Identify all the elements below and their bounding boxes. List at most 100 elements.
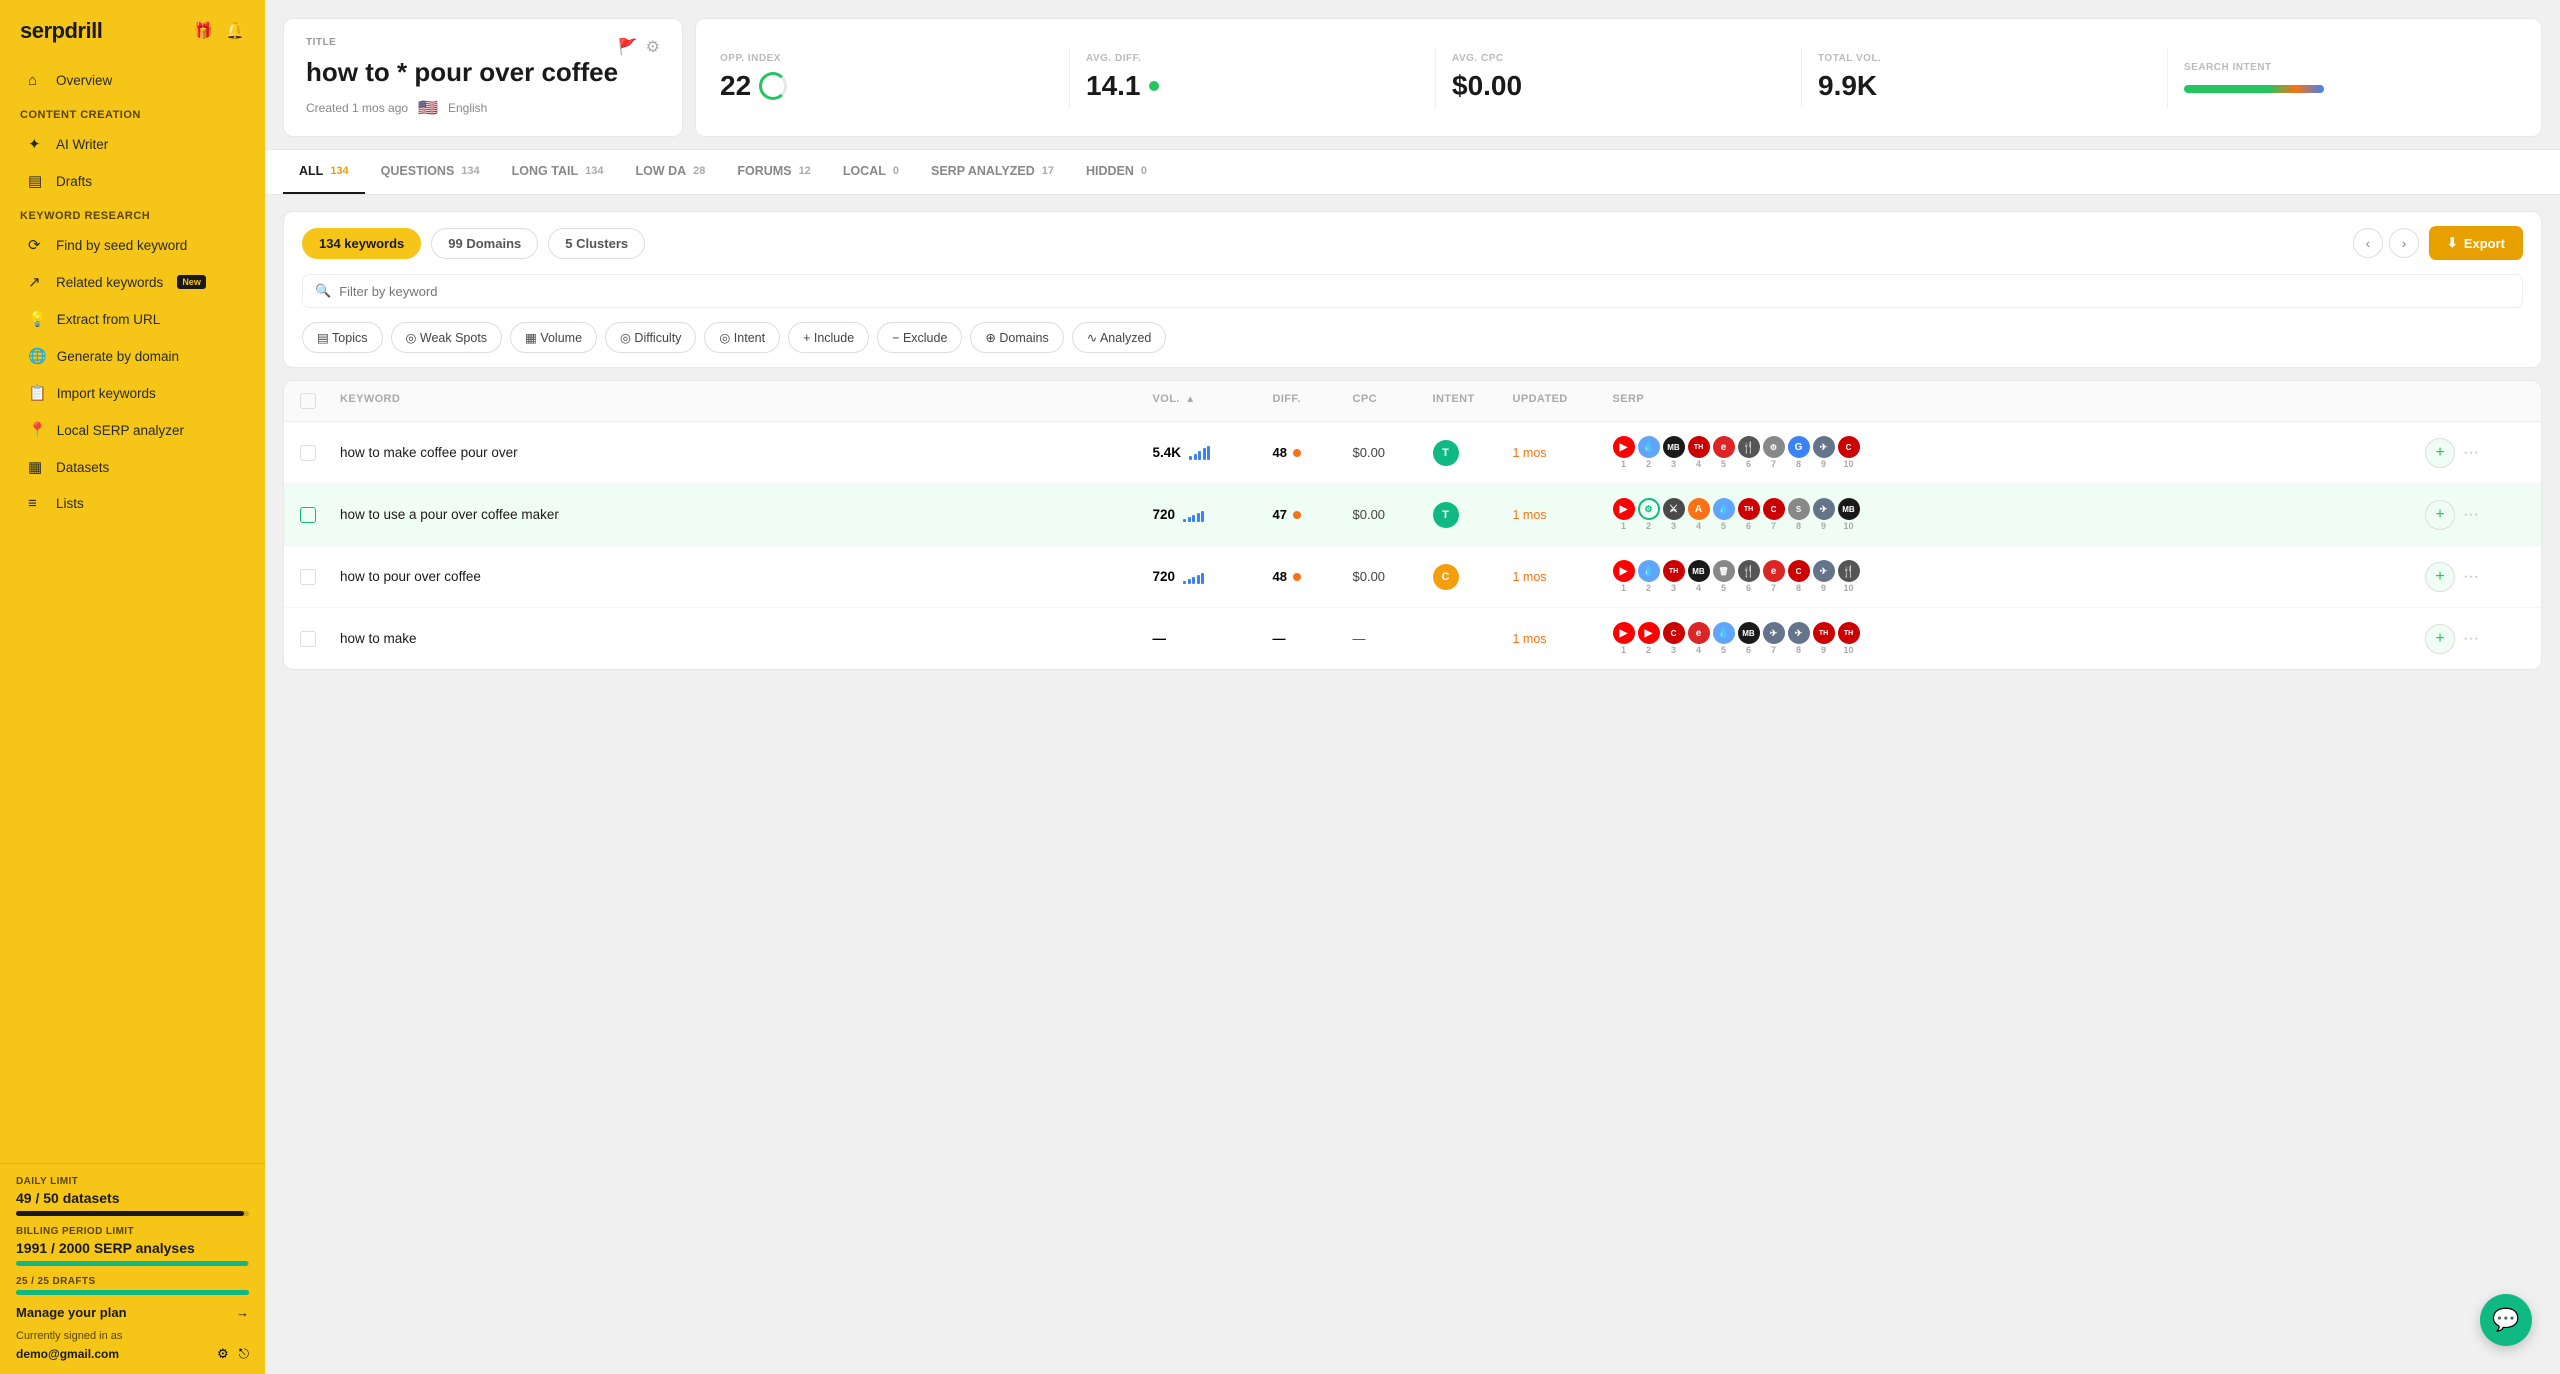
keyword-cell: how to use a pour over coffee maker [340, 506, 1153, 524]
tab-questions[interactable]: QUESTIONS 134 [365, 150, 496, 194]
stat-avg-cpc: AVG. CPC $0.00 [1452, 53, 1785, 102]
table-row: how to make coffee pour over 5.4K 48 $0.… [284, 422, 2541, 484]
tab-all[interactable]: ALL 134 [283, 150, 365, 194]
drafts-progress-fill [16, 1290, 249, 1295]
yt-icon: ▶ [1613, 622, 1635, 644]
pill-keywords[interactable]: 134 keywords [302, 228, 421, 259]
tab-long-tail[interactable]: LONG TAIL 134 [496, 150, 620, 194]
settings-card-icon[interactable]: ⚙ [646, 37, 660, 57]
pill-clusters[interactable]: 5 Clusters [548, 228, 645, 259]
row-checkbox[interactable] [300, 569, 340, 585]
filter-analyzed[interactable]: ∿ Analyzed [1072, 322, 1167, 353]
sidebar-item-local-serp[interactable]: 📍 Local SERP analyzer [8, 412, 257, 448]
intent-cell: T [1433, 502, 1513, 528]
sidebar-item-datasets[interactable]: ▦ Datasets [8, 449, 257, 485]
sidebar-item-ai-writer[interactable]: ✦ AI Writer [8, 126, 257, 162]
filter-topics[interactable]: ▤ Topics [302, 322, 383, 353]
billing-label: BILLING PERIOD LIMIT [16, 1226, 249, 1237]
cnn2-icon: C [1763, 498, 1785, 520]
drop-icon: 💧 [1638, 436, 1660, 458]
tab-hidden[interactable]: HIDDEN 0 [1070, 150, 1163, 194]
header-volume[interactable]: VOL. ▲ [1153, 393, 1273, 409]
add-keyword-button[interactable]: + [2425, 438, 2455, 468]
next-button[interactable]: › [2389, 228, 2419, 258]
volume-cell: — [1153, 631, 1273, 646]
sidebar-nav: ⌂ Overview CONTENT CREATION ✦ AI Writer … [0, 58, 265, 1163]
generate-domain-label: Generate by domain [57, 349, 179, 364]
overview-label: Overview [56, 73, 112, 88]
add-keyword-button[interactable]: + [2425, 500, 2455, 530]
filter-exclude[interactable]: − Exclude [877, 322, 962, 353]
pill-domains[interactable]: 99 Domains [431, 228, 538, 259]
mb-icon: MB [1663, 436, 1685, 458]
local-serp-icon: 📍 [28, 421, 47, 439]
row-checkbox[interactable] [300, 631, 340, 647]
tab-low-da[interactable]: LOW DA 28 [619, 150, 721, 194]
keyword-pills: 134 keywords 99 Domains 5 Clusters ‹ › ⬇… [302, 226, 2523, 260]
fork-icon: 🍴 [1738, 436, 1760, 458]
filter-domains[interactable]: ⊕ Domains [970, 322, 1063, 353]
drafts-label: Drafts [56, 174, 92, 189]
filter-include[interactable]: + Include [788, 322, 869, 353]
table-header: KEYWORD VOL. ▲ DIFF. CPC INTENT UPDATED … [284, 381, 2541, 422]
manage-plan-link[interactable]: Manage your plan → [16, 1305, 249, 1320]
tab-forums[interactable]: FORUMS 12 [721, 150, 826, 194]
stat-divider-3 [1801, 48, 1802, 108]
settings-icon[interactable]: ⚙ [217, 1346, 229, 1362]
sidebar-item-overview[interactable]: ⌂ Overview [8, 63, 257, 98]
more-options-button[interactable]: ··· [2463, 630, 2479, 648]
prev-button[interactable]: ‹ [2353, 228, 2383, 258]
add-keyword-button[interactable]: + [2425, 562, 2455, 592]
sidebar-item-related-keywords[interactable]: ↗ Related keywords New [8, 264, 257, 300]
intent-cell: T [1433, 440, 1513, 466]
taste-icon: TH [1688, 436, 1710, 458]
keyword-cell: how to pour over coffee [340, 568, 1153, 586]
logout-icon[interactable]: ⎋ [239, 1346, 249, 1362]
find-seed-label: Find by seed keyword [56, 238, 187, 253]
search-input[interactable] [339, 284, 2510, 299]
bell-icon[interactable]: 🔔 [225, 21, 245, 41]
avg-diff-value: 14.1 [1086, 70, 1419, 102]
flag-icon[interactable]: 🚩 [618, 37, 638, 57]
opp-index-indicator [759, 72, 787, 100]
filter-weak-spots[interactable]: ◎ Weak Spots [391, 322, 503, 353]
filter-intent[interactable]: ◎ Intent [704, 322, 780, 353]
diff-cell: — [1273, 631, 1353, 646]
daily-limit-progress-bar [16, 1211, 249, 1216]
filter-difficulty[interactable]: ◎ Difficulty [605, 322, 696, 353]
row-checkbox[interactable] [300, 507, 340, 523]
search-intent-label: SEARCH INTENT [2184, 62, 2517, 73]
tab-local[interactable]: LOCAL 0 [827, 150, 915, 194]
epi-icon: e [1763, 560, 1785, 582]
header-cpc: CPC [1353, 393, 1433, 409]
title-card-label: TITLE [306, 37, 336, 48]
chat-bubble[interactable]: 💬 [2480, 1294, 2532, 1346]
more-options-button[interactable]: ··· [2463, 506, 2479, 524]
tab-serp-analyzed[interactable]: SERP ANALYZED 17 [915, 150, 1070, 194]
total-vol-value: 9.9K [1818, 70, 2151, 102]
row-checkbox[interactable] [300, 445, 340, 461]
card-title: how to * pour over coffee [306, 57, 660, 88]
export-button[interactable]: ⬇ Export [2429, 226, 2523, 260]
serp-icons: ▶1 💧2 TH3 MB4 🗑5 🍴6 e7 C8 ✈9 🍴10 [1613, 560, 2426, 593]
more-options-button[interactable]: ··· [2463, 444, 2479, 462]
sidebar-item-find-seed[interactable]: ⟳ Find by seed keyword [8, 227, 257, 263]
epi-icon: e [1713, 436, 1735, 458]
volume-bars [1183, 508, 1204, 522]
plane2-icon: ✈ [1813, 498, 1835, 520]
select-all-checkbox[interactable] [300, 393, 316, 409]
related-keywords-badge: New [177, 275, 206, 289]
more-options-button[interactable]: ··· [2463, 568, 2479, 586]
sidebar-item-lists[interactable]: ≡ Lists [8, 486, 257, 521]
import-keywords-label: Import keywords [57, 386, 156, 401]
sidebar-item-import-keywords[interactable]: 📋 Import keywords [8, 375, 257, 411]
add-keyword-button[interactable]: + [2425, 624, 2455, 654]
header-checkbox [300, 393, 340, 409]
filter-buttons: ▤ Topics ◎ Weak Spots ▦ Volume ◎ Difficu… [302, 322, 2523, 353]
sidebar-item-extract-url[interactable]: 💡 Extract from URL [8, 301, 257, 337]
title-card: TITLE 🚩 ⚙ how to * pour over coffee Crea… [283, 18, 683, 137]
gift-icon[interactable]: 🎁 [193, 21, 213, 41]
filter-volume[interactable]: ▦ Volume [510, 322, 597, 353]
sidebar-item-drafts[interactable]: ▤ Drafts [8, 163, 257, 199]
sidebar-item-generate-domain[interactable]: 🌐 Generate by domain [8, 338, 257, 374]
